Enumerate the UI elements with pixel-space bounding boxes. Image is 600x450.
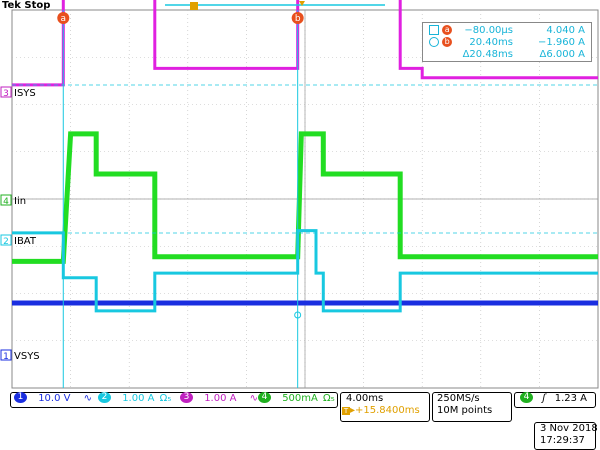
cursor-a-marker-icon: a <box>442 25 453 35</box>
ch1-badge: 1 <box>14 392 27 403</box>
sample-rate: 250MS/s <box>437 393 480 404</box>
trigger-readout: 4 ʃ 1.23 A <box>520 392 587 406</box>
ch2-scale[interactable]: 2 1.00 A Ω₅ ∿ <box>98 392 189 406</box>
ch3-bandwidth-icon: ∿ <box>249 392 259 404</box>
cursor-delta-value: Δ6.000 A <box>539 49 586 60</box>
ch3-scale[interactable]: 3 1.00 A ∿ <box>180 392 258 406</box>
ch2-scale-value: 1.00 A <box>122 392 155 404</box>
ch2-ground-number: 2 <box>3 237 9 247</box>
ch4-scale[interactable]: 4 500mA Ω₅ <box>258 392 335 406</box>
capture-date: 3 Nov 2018 <box>540 423 598 434</box>
trigger-position-marker <box>190 2 198 10</box>
timebase-scale: 4.00ms <box>346 393 384 404</box>
capture-time: 17:29:37 <box>540 435 585 446</box>
cursor-b-letter: b <box>295 14 301 24</box>
ch4-badge: 4 <box>258 392 271 403</box>
ch1-scale-value: 10.0 V <box>38 392 71 404</box>
ch1-label: VSYS <box>14 351 40 362</box>
cursor-b-row: b 20.40ms −1.960 A <box>429 37 587 49</box>
cursor-b-value: −1.960 A <box>537 37 585 48</box>
cursor-a-row: a −80.00µs 4.040 A <box>429 25 587 37</box>
ch2-label: IBAT <box>14 236 37 247</box>
timebase-position: T ▸+15.8400ms <box>342 405 420 416</box>
trigger-position-icon: T <box>342 407 350 415</box>
cursor-b-circle-icon <box>429 37 439 47</box>
cursor-b-marker-icon: b <box>442 37 453 47</box>
cursor-a-time: −80.00µs <box>464 25 513 36</box>
ch4-label: Iin <box>14 196 26 207</box>
ch3-scale-value: 1.00 A <box>204 392 237 404</box>
ch1-bandwidth-icon: ∿ <box>83 392 93 404</box>
ch3-label: ISYS <box>14 88 36 99</box>
cursor-a-letter: a <box>61 14 67 24</box>
ch4-ground-number: 4 <box>3 197 9 207</box>
cursor-delta-time: Δ20.48ms <box>462 49 513 60</box>
cursor-b-time: 20.40ms <box>469 37 513 48</box>
trigger-level: 1.23 A <box>554 392 588 404</box>
cursor-readout-panel: a −80.00µs 4.040 A b 20.40ms −1.960 A Δ2… <box>422 22 592 62</box>
record-length: 10M points <box>437 405 493 416</box>
graticule <box>11 9 599 389</box>
ch2-impedance-suffix: Ω₅ <box>159 392 172 404</box>
ch4-impedance-suffix: Ω₅ <box>323 392 335 404</box>
trigger-channel-badge: 4 <box>520 392 533 403</box>
cursor-a-square-icon <box>429 25 439 35</box>
cursor-delta-row: Δ20.48ms Δ6.000 A <box>429 49 587 61</box>
timebase-position-value: ▸+15.8400ms <box>350 405 420 416</box>
rising-edge-icon: ʃ <box>542 392 546 404</box>
ch2-badge: 2 <box>98 392 111 403</box>
ch4-scale-value: 500mA <box>282 392 318 404</box>
ch1-scale[interactable]: 1 10.0 V ∿ <box>14 392 92 406</box>
scope-display: a b3 ISYS4 Iin2 IBAT1 VSYS <box>0 0 599 389</box>
ch3-ground-number: 3 <box>3 89 9 99</box>
ch3-badge: 3 <box>180 392 193 403</box>
cursor-a-value: 4.040 A <box>546 25 585 36</box>
ch1-ground-number: 1 <box>3 352 9 362</box>
